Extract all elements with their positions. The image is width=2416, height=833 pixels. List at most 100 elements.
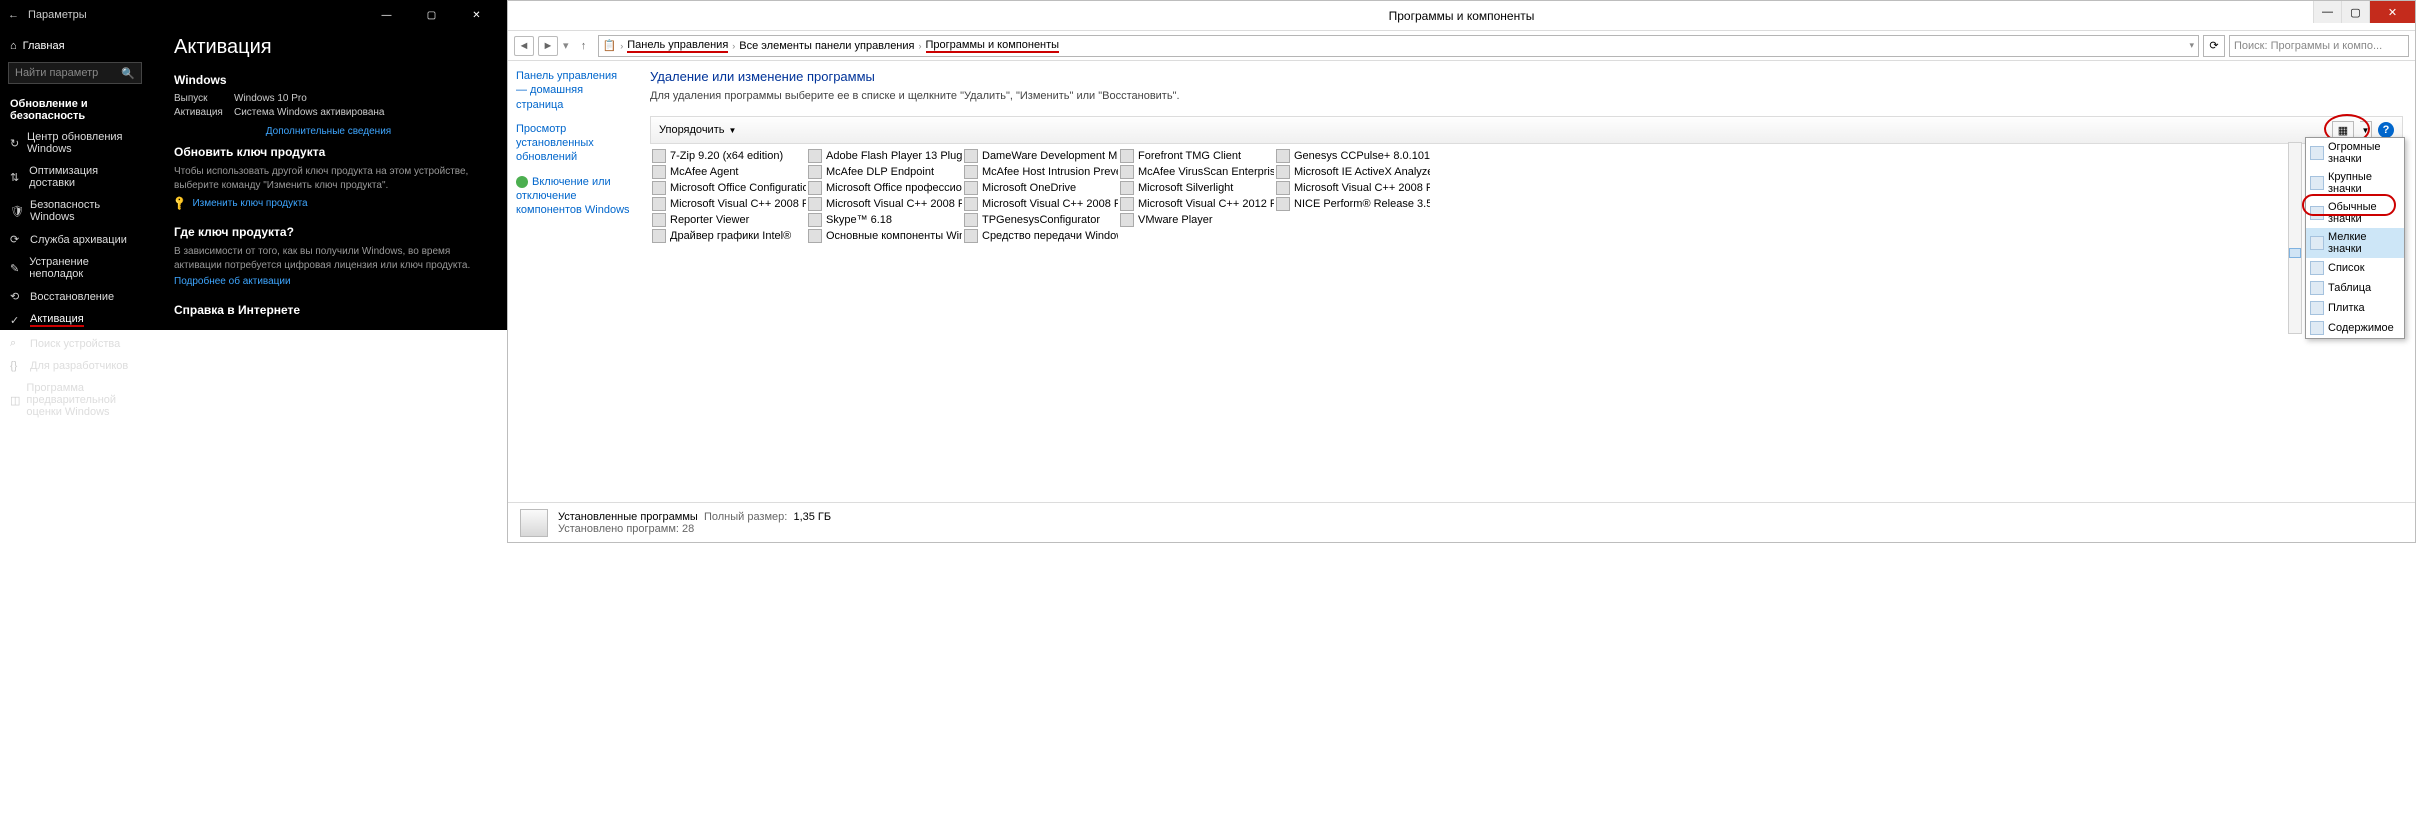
- program-item[interactable]: Skype™ 6.18: [806, 212, 962, 228]
- view-menu-item[interactable]: Крупные значки: [2306, 168, 2404, 198]
- program-item[interactable]: Microsoft Visual C++ 2008 Redistributa..…: [650, 196, 806, 212]
- program-item[interactable]: Microsoft IE ActiveX Analyzer: [1274, 164, 1430, 180]
- program-item[interactable]: Microsoft Silverlight: [1118, 180, 1274, 196]
- link-windows-features[interactable]: Включение или отключение компонентов Win…: [516, 175, 630, 218]
- program-icon: [652, 149, 666, 163]
- program-item[interactable]: Microsoft Office Configuration Analyze..…: [650, 180, 806, 196]
- program-name: Genesys CCPulse+ 8.0.101.34: [1294, 150, 1430, 162]
- organize-button[interactable]: Упорядочить: [659, 124, 724, 136]
- crumb-all-items[interactable]: Все элементы панели управления: [739, 40, 914, 52]
- program-name: Microsoft Visual C++ 2008 Redistributa..…: [670, 198, 806, 210]
- view-slider[interactable]: [2288, 142, 2302, 334]
- program-item[interactable]: Microsoft OneDrive: [962, 180, 1118, 196]
- sidebar-item-recovery[interactable]: ⟲Восстановление: [0, 285, 150, 308]
- view-menu-item[interactable]: Обычные значки: [2306, 198, 2404, 228]
- nav-recent-dropdown[interactable]: ▾: [563, 39, 569, 52]
- change-key-link[interactable]: 🔑Изменить ключ продукта: [174, 198, 483, 209]
- about-activation-link[interactable]: Подробнее об активации: [174, 276, 483, 287]
- sidebar-item-security[interactable]: 🛡Безопасность Windows: [0, 194, 150, 228]
- program-item[interactable]: NICE Perform® Release 3.5 - Player Co...: [1274, 196, 1430, 212]
- program-item[interactable]: Microsoft Visual C++ 2008 Redistributa..…: [806, 196, 962, 212]
- program-item[interactable]: TPGenesysConfigurator: [962, 212, 1118, 228]
- sidebar-item-delivery[interactable]: ⇅Оптимизация доставки: [0, 160, 150, 194]
- program-item[interactable]: Microsoft Visual C++ 2008 Redistributa..…: [1274, 180, 1430, 196]
- program-name: McAfee Host Intrusion Prevention: [982, 166, 1118, 178]
- program-item[interactable]: Genesys CCPulse+ 8.0.101.34: [1274, 148, 1430, 164]
- crumb-control-panel[interactable]: Панель управления: [627, 39, 728, 53]
- link-view-updates[interactable]: Просмотр установленных обновлений: [516, 122, 630, 165]
- sidebar-item-backup[interactable]: ⟳Служба архивации: [0, 228, 150, 251]
- program-item[interactable]: Microsoft Visual C++ 2012 Redistributa..…: [1118, 196, 1274, 212]
- view-menu-item[interactable]: Плитка: [2306, 298, 2404, 318]
- nav-up-button[interactable]: ↑: [574, 36, 594, 56]
- edition-key: Выпуск: [174, 93, 234, 104]
- settings-search[interactable]: Найти параметр 🔍: [8, 62, 142, 84]
- nav-forward-button[interactable]: ►: [538, 36, 558, 56]
- program-name: DameWare Development Mirror Driver ...: [982, 150, 1118, 162]
- program-item[interactable]: McAfee VirusScan Enterprise: [1118, 164, 1274, 180]
- refresh-button[interactable]: ⟳: [2203, 35, 2225, 57]
- program-item[interactable]: McAfee DLP Endpoint: [806, 164, 962, 180]
- minimize-button[interactable]: —: [2313, 1, 2341, 23]
- cp-search[interactable]: Поиск: Программы и компо...: [2229, 35, 2409, 57]
- program-item[interactable]: Драйвер графики Intel®: [650, 228, 806, 244]
- program-item[interactable]: Adobe Flash Player 13 Plugin: [806, 148, 962, 164]
- view-size-icon: [2310, 321, 2324, 335]
- program-name: Драйвер графики Intel®: [670, 230, 791, 242]
- program-item[interactable]: 7-Zip 9.20 (x64 edition): [650, 148, 806, 164]
- program-icon: [808, 197, 822, 211]
- link-cp-home[interactable]: Панель управления — домашняя страница: [516, 69, 630, 112]
- close-button[interactable]: ✕: [454, 10, 499, 21]
- maximize-button[interactable]: ▢: [409, 10, 454, 21]
- program-item[interactable]: Microsoft Visual C++ 2008 Redistributa..…: [962, 196, 1118, 212]
- program-name: McAfee VirusScan Enterprise: [1138, 166, 1274, 178]
- program-icon: [808, 149, 822, 163]
- program-item[interactable]: Средство передачи Windows Live: [962, 228, 1118, 244]
- program-item[interactable]: McAfee Host Intrusion Prevention: [962, 164, 1118, 180]
- programs-list: 7-Zip 9.20 (x64 edition)McAfee AgentMicr…: [650, 148, 2403, 244]
- section-windows: Windows: [174, 73, 483, 87]
- address-dropdown[interactable]: ▾: [2189, 40, 2194, 51]
- program-name: Microsoft IE ActiveX Analyzer: [1294, 166, 1430, 178]
- crumb-programs[interactable]: Программы и компоненты: [926, 39, 1060, 53]
- cp-left-nav: Панель управления — домашняя страница Пр…: [508, 61, 638, 502]
- program-icon: [1276, 165, 1290, 179]
- update-key-desc: Чтобы использовать другой ключ продукта …: [174, 165, 483, 192]
- program-icon: [964, 229, 978, 243]
- maximize-button[interactable]: ▢: [2341, 1, 2369, 23]
- close-button[interactable]: ✕: [2369, 1, 2415, 23]
- more-info-link[interactable]: Дополнительные сведения: [174, 126, 483, 137]
- back-icon[interactable]: ←: [8, 9, 28, 21]
- sidebar-home[interactable]: ⌂ Главная: [0, 34, 150, 58]
- sidebar-item-developers[interactable]: {}Для разработчиков: [0, 355, 150, 377]
- program-item[interactable]: DameWare Development Mirror Driver ...: [962, 148, 1118, 164]
- minimize-button[interactable]: —: [364, 10, 409, 21]
- insider-icon: ◫: [10, 394, 20, 407]
- view-size-icon: [2310, 236, 2324, 250]
- program-item[interactable]: McAfee Agent: [650, 164, 806, 180]
- program-item[interactable]: Forefront TMG Client: [1118, 148, 1274, 164]
- view-menu-item[interactable]: Огромные значки: [2306, 138, 2404, 168]
- address-bar[interactable]: 📋 › Панель управления › Все элементы пан…: [598, 35, 2199, 57]
- chevron-down-icon[interactable]: ▼: [728, 126, 736, 135]
- help-icon[interactable]: ?: [2378, 122, 2394, 138]
- program-icon: [808, 181, 822, 195]
- program-item[interactable]: Microsoft Office профессиональный п...: [806, 180, 962, 196]
- program-item[interactable]: VMware Player: [1118, 212, 1274, 228]
- nav-back-button[interactable]: ◄: [514, 36, 534, 56]
- sidebar-item-finddevice[interactable]: ⌕Поиск устройства: [0, 332, 150, 355]
- sidebar-item-insider[interactable]: ◫Программа предварительной оценки Window…: [0, 377, 150, 423]
- view-menu-item[interactable]: Мелкие значки: [2306, 228, 2404, 258]
- program-item[interactable]: Reporter Viewer: [650, 212, 806, 228]
- sidebar-item-troubleshoot[interactable]: ✎Устранение неполадок: [0, 251, 150, 285]
- program-name: Adobe Flash Player 13 Plugin: [826, 150, 962, 162]
- program-name: Forefront TMG Client: [1138, 150, 1241, 162]
- view-menu-item[interactable]: Содержимое: [2306, 318, 2404, 338]
- view-menu-item[interactable]: Список: [2306, 258, 2404, 278]
- activation-icon: ✓: [10, 314, 24, 327]
- program-icon: [652, 181, 666, 195]
- program-item[interactable]: Основные компоненты Windows Live: [806, 228, 962, 244]
- sidebar-item-update[interactable]: ↻Центр обновления Windows: [0, 126, 150, 160]
- view-menu-item[interactable]: Таблица: [2306, 278, 2404, 298]
- sidebar-item-activation[interactable]: ✓Активация: [0, 308, 150, 332]
